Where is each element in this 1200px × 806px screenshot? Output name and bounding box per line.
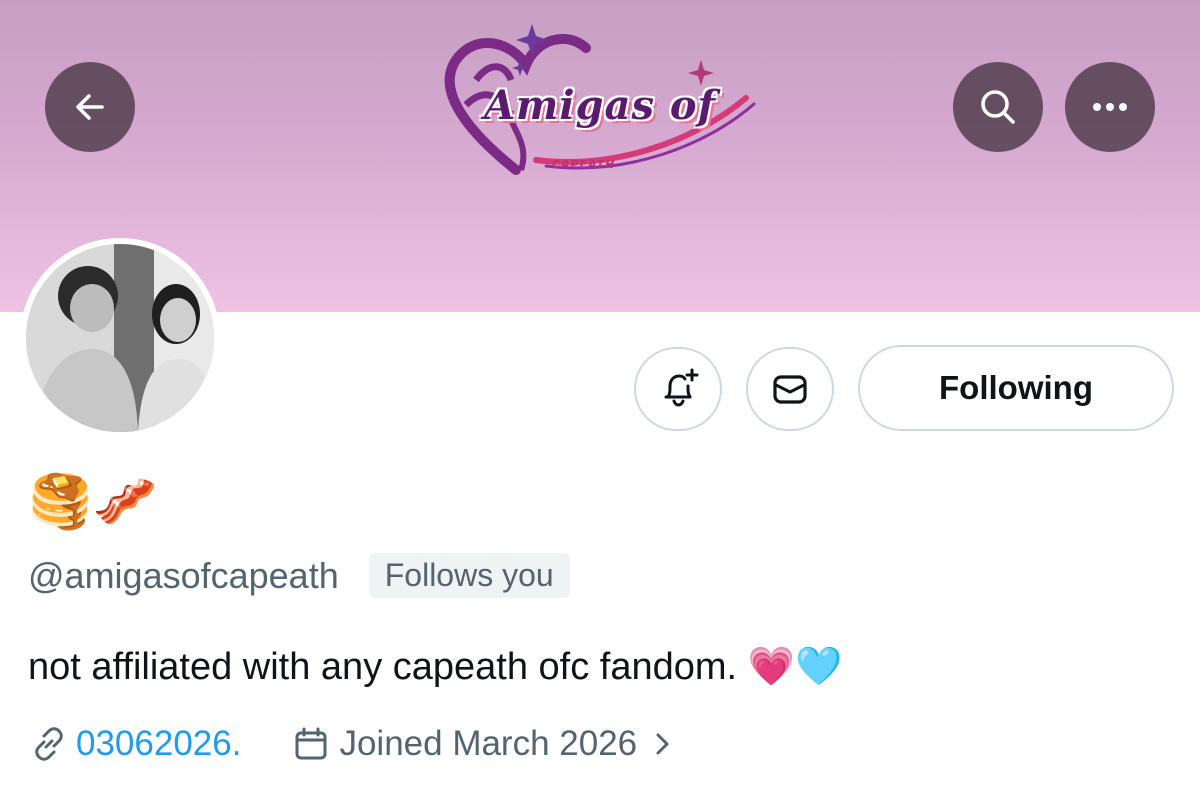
notifications-button[interactable] (634, 347, 722, 431)
chevron-right-icon (656, 733, 669, 755)
calendar-icon (295, 727, 327, 760)
bell-plus-icon (664, 368, 699, 407)
username-handle: @amigasofcapeath (28, 554, 339, 596)
profile-link-text[interactable]: 03062026. (76, 724, 241, 764)
avatar-photo (26, 244, 214, 432)
joined-date[interactable]: Joined March 2026 (293, 724, 673, 764)
more-horizontal-icon (1093, 103, 1127, 111)
profile-bio: not affiliated with any capeath ofc fand… (28, 646, 843, 688)
follows-you-badge: Follows you (368, 553, 570, 598)
more-options-button[interactable] (1065, 62, 1155, 152)
arrow-left-icon (76, 94, 104, 120)
search-icon (981, 90, 1015, 124)
back-button[interactable] (45, 62, 135, 152)
logo-subtitle: CAPEATH (552, 158, 616, 171)
link-icon (35, 727, 63, 761)
message-button[interactable] (746, 347, 834, 431)
joined-date-text: Joined March 2026 (339, 724, 638, 763)
avatar-photo-graphic (26, 244, 214, 432)
envelope-icon (773, 375, 807, 404)
banner-logo: Amigas of CAPEATH (436, 20, 776, 190)
profile-link[interactable]: 03062026. (30, 724, 241, 764)
logo-title: Amigas of (484, 82, 716, 129)
following-button[interactable]: Following (858, 345, 1174, 431)
profile-meta: 03062026. Joined March 2026 (30, 724, 673, 764)
profile-avatar[interactable] (20, 238, 220, 438)
display-name: 🥞🥓 (28, 473, 158, 531)
search-button[interactable] (953, 62, 1043, 152)
handle-row: @amigasofcapeath Follows you (28, 553, 570, 598)
